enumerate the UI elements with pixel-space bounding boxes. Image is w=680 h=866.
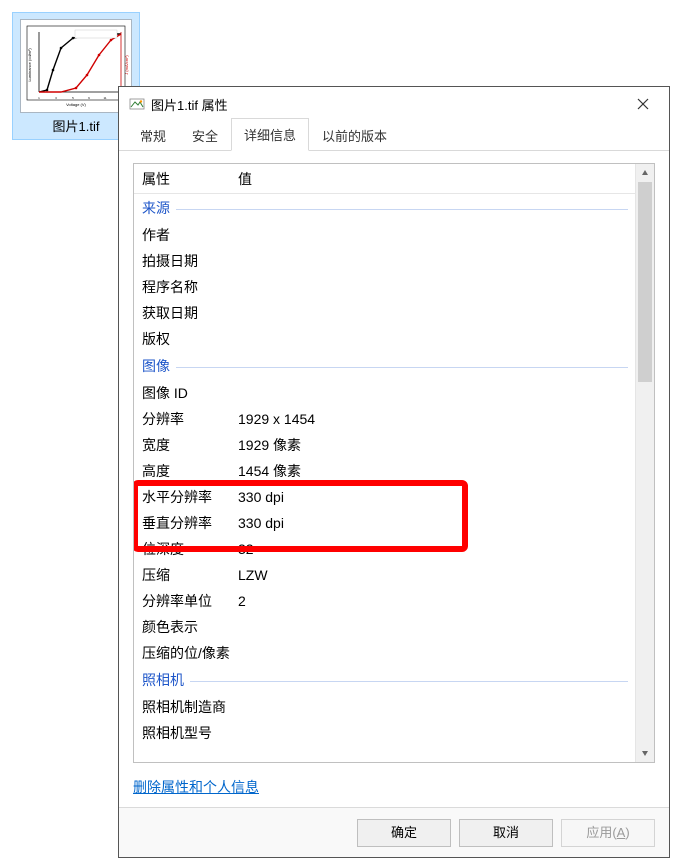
group-image: 图像 <box>134 352 636 380</box>
titlebar[interactable]: 图片1.tif 属性 <box>119 87 669 121</box>
prop-value: LZW <box>238 567 628 583</box>
prop-program[interactable]: 程序名称 <box>134 274 636 300</box>
remove-properties-link[interactable]: 删除属性和个人信息 <box>133 777 259 797</box>
prop-name: 颜色表示 <box>142 617 238 637</box>
prop-name: 压缩的位/像素 <box>142 643 238 663</box>
details-tab-content: 属性 值 来源 作者 拍摄日期 程序名称 获取日期 版权 图像 图像 <box>119 151 669 807</box>
tab-strip: 常规 安全 详细信息 以前的版本 <box>119 121 669 151</box>
prop-height[interactable]: 高度1454 像素 <box>134 458 636 484</box>
cancel-button[interactable]: 取消 <box>459 819 553 847</box>
scrollbar[interactable] <box>635 164 654 762</box>
prop-value: 1929 像素 <box>238 435 628 455</box>
prop-name: 作者 <box>142 225 238 245</box>
prop-bitdepth[interactable]: 位深度32 <box>134 536 636 562</box>
prop-name: 照相机型号 <box>142 723 238 743</box>
file-thumbnail: Voltage (V) Luminance (cd/m²) J (mA/cm²)… <box>20 19 132 113</box>
prop-acquired[interactable]: 获取日期 <box>134 300 636 326</box>
prop-resolution[interactable]: 分辨率1929 x 1454 <box>134 406 636 432</box>
prop-name: 垂直分辨率 <box>142 513 238 533</box>
scroll-down-button[interactable] <box>636 744 654 762</box>
prop-name: 分辨率 <box>142 409 238 429</box>
prop-image-id[interactable]: 图像 ID <box>134 380 636 406</box>
ok-button[interactable]: 确定 <box>357 819 451 847</box>
prop-name: 高度 <box>142 461 238 481</box>
tab-security[interactable]: 安全 <box>179 119 231 151</box>
prop-value: 2 <box>238 593 628 609</box>
prop-copyright[interactable]: 版权 <box>134 326 636 352</box>
prop-value: 1454 像素 <box>238 461 628 481</box>
prop-shot-date[interactable]: 拍摄日期 <box>134 248 636 274</box>
divider <box>176 209 628 210</box>
col-header-property: 属性 <box>142 169 238 189</box>
close-button[interactable] <box>623 90 663 118</box>
scroll-track[interactable] <box>636 182 654 744</box>
col-header-value: 值 <box>238 169 628 189</box>
prop-resunit[interactable]: 分辨率单位2 <box>134 588 636 614</box>
dialog-button-bar: 确定 取消 应用(A) <box>119 807 669 857</box>
tab-details[interactable]: 详细信息 <box>231 118 309 151</box>
prop-name: 图像 ID <box>142 383 238 403</box>
prop-name: 分辨率单位 <box>142 591 238 611</box>
column-headers: 属性 值 <box>134 164 636 194</box>
svg-text:11: 11 <box>103 96 106 100</box>
prop-name: 版权 <box>142 329 238 349</box>
prop-name: 水平分辨率 <box>142 487 238 507</box>
prop-compression[interactable]: 压缩LZW <box>134 562 636 588</box>
details-list: 属性 值 来源 作者 拍摄日期 程序名称 获取日期 版权 图像 图像 <box>133 163 655 763</box>
svg-text:Luminance (cd/m²): Luminance (cd/m²) <box>27 48 32 82</box>
svg-text:J (mA/cm²): J (mA/cm²) <box>124 55 129 75</box>
prop-value: 330 dpi <box>238 515 628 531</box>
tab-general[interactable]: 常规 <box>127 119 179 151</box>
prop-name: 照相机制造商 <box>142 697 238 717</box>
prop-value: 32 <box>238 541 628 557</box>
prop-name: 获取日期 <box>142 303 238 323</box>
prop-name: 程序名称 <box>142 277 238 297</box>
prop-value: 1929 x 1454 <box>238 411 628 427</box>
group-image-label: 图像 <box>142 356 170 376</box>
group-source-label: 来源 <box>142 198 170 218</box>
svg-text:Voltage (V): Voltage (V) <box>66 102 86 107</box>
apply-accelerator: A <box>617 825 626 840</box>
apply-button[interactable]: 应用(A) <box>561 819 655 847</box>
scroll-thumb[interactable] <box>638 182 652 382</box>
prop-value: 330 dpi <box>238 489 628 505</box>
properties-dialog: 图片1.tif 属性 常规 安全 详细信息 以前的版本 属性 值 来源 作者 <box>118 86 670 858</box>
divider <box>190 681 628 682</box>
prop-name: 位深度 <box>142 539 238 559</box>
prop-vres[interactable]: 垂直分辨率330 dpi <box>134 510 636 536</box>
divider <box>176 367 628 368</box>
group-source: 来源 <box>134 194 636 222</box>
tab-previous-versions[interactable]: 以前的版本 <box>309 119 400 151</box>
prop-camera-model[interactable]: 照相机型号 <box>134 720 636 746</box>
group-camera-label: 照相机 <box>142 670 184 690</box>
prop-colorrep[interactable]: 颜色表示 <box>134 614 636 640</box>
apply-label: 应用 <box>586 825 612 840</box>
group-camera: 照相机 <box>134 666 636 694</box>
prop-width[interactable]: 宽度1929 像素 <box>134 432 636 458</box>
dialog-title: 图片1.tif 属性 <box>151 95 623 114</box>
prop-name: 宽度 <box>142 435 238 455</box>
prop-camera-maker[interactable]: 照相机制造商 <box>134 694 636 720</box>
scroll-up-button[interactable] <box>636 164 654 182</box>
prop-hres[interactable]: 水平分辨率330 dpi <box>134 484 636 510</box>
prop-name: 压缩 <box>142 565 238 585</box>
prop-bpp[interactable]: 压缩的位/像素 <box>134 640 636 666</box>
prop-name: 拍摄日期 <box>142 251 238 271</box>
image-file-icon <box>129 96 145 112</box>
prop-author[interactable]: 作者 <box>134 222 636 248</box>
